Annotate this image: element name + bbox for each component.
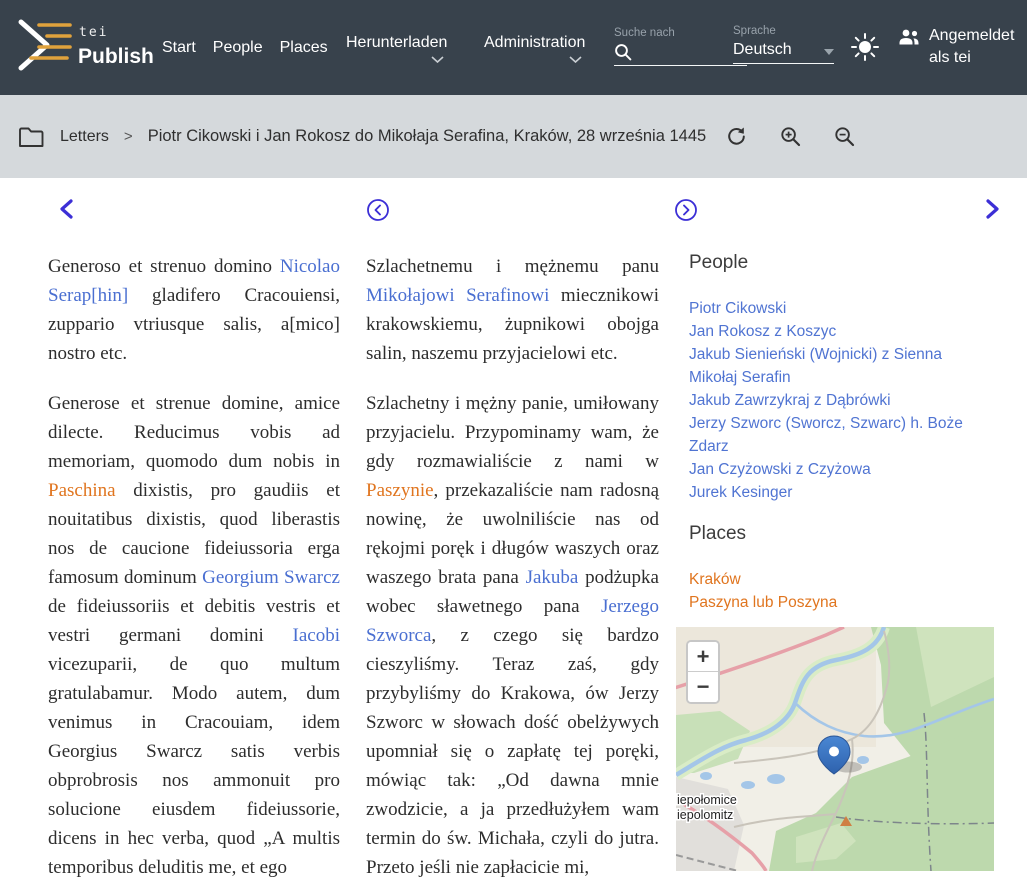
breadcrumb: Letters > Piotr Cikowski i Jan Rokosz do… [60,127,706,146]
person-link[interactable]: Jan Czyżowski z Czyżowa [689,458,994,481]
letter-paragraph: Szlachetny i mężny panie, umiłowany przy… [366,389,659,880]
breadcrumb-separator: > [124,128,133,145]
theme-toggle-button[interactable] [851,33,879,66]
dropdown-triangle-icon [824,49,834,55]
person-reference[interactable]: Iacobi [293,625,340,646]
download-menu-label: Herunterladen [346,34,447,52]
letter-text: , z czego się bardzo cieszyliśmy. Teraz … [366,625,659,878]
chevron-right-icon [985,198,1001,220]
map-zoom-in-button[interactable]: + [688,642,718,672]
person-reference[interactable]: Mikołajowi Serafinowi [366,285,549,306]
previous-document-button[interactable] [58,198,74,220]
map-zoom-control: + − [686,640,720,704]
letter-text: Generose et strenue domine, amice dilect… [48,393,340,472]
letter-paragraph: Generoso et strenuo domino Nicolao Serap… [48,252,340,368]
top-navbar: tei Publisher Start People Places Herunt… [0,0,1027,95]
person-link[interactable]: Mikołaj Serafin [689,366,994,389]
place-link[interactable]: Paszyna lub Poszyna [689,591,994,614]
map-town-label: Niepołomice [676,793,737,807]
person-link[interactable]: Piotr Cikowski [689,297,994,320]
zoom-out-icon [834,126,855,147]
document-toolbar [726,126,855,147]
person-link[interactable]: Jerzy Szworc (Sworcz, Szwarc) h. Boże Zd… [689,412,994,458]
places-heading: Places [689,523,994,545]
nav-item-people[interactable]: People [213,39,263,57]
map-town-label-alt: Niepolomitz [676,808,733,822]
person-reference[interactable]: Georgium Swarcz [202,567,340,588]
main-nav: Start People Places [162,0,328,95]
nav-item-start[interactable]: Start [162,39,196,57]
letter-paragraph: Generose et strenue domine, amice dilect… [48,389,340,880]
zoom-in-icon [780,126,801,147]
search-input[interactable] [638,44,738,61]
language-label: Sprache [733,25,834,37]
map-tiles: Niepołomice Niepolomitz [676,627,994,871]
letter-text: Szlachetny i mężny panie, umiłowany przy… [366,393,659,472]
download-menu[interactable]: Herunterladen [346,34,447,63]
refresh-icon [726,126,747,147]
administration-menu[interactable]: Administration [484,34,585,63]
places-map[interactable]: Niepołomice Niepolomitz [676,627,994,871]
tei-publisher-app: tei Publisher Start People Places Herunt… [0,0,1027,880]
logged-in-indicator[interactable]: Angemeldet als tei [898,25,1015,69]
places-list: KrakówPaszyna lub Poszyna [689,568,994,614]
document-view: Generoso et strenuo domino Nicolao Serap… [0,178,1027,880]
letter-text: vicezuparii, de quo multum gratulabamur.… [48,654,340,878]
place-reference[interactable]: Paszynie [366,480,434,501]
tei-publisher-logo[interactable]: tei Publisher [14,16,154,78]
letter-text: Szlachetnemu i mężnemu panu [366,256,659,277]
search-label: Suche nach [614,27,747,39]
folder-icon [18,126,44,148]
translation-column: Szlachetnemu i mężnemu panu Mikołajowi S… [366,252,659,880]
users-icon [898,28,920,46]
person-reference[interactable]: Jakuba [526,567,579,588]
chevron-left-icon [58,198,74,220]
breadcrumb-collection-link[interactable]: Letters [60,128,109,146]
document-title: Piotr Cikowski i Jan Rokosz do Mikołaja … [148,127,707,146]
logo-chevron-icon [21,22,47,68]
logo-text-top: tei [79,25,108,40]
document-body: Generoso et strenuo domino Nicolao Serap… [0,178,1027,880]
chevron-left-circle-icon [366,198,390,222]
reload-button[interactable] [726,126,747,147]
person-link[interactable]: Jakub Zawrzykraj z Dąbrówki [689,389,994,412]
next-page-button[interactable] [674,198,698,222]
sun-icon [851,33,879,61]
map-zoom-out-button[interactable]: − [688,672,718,702]
language-field[interactable]: Sprache Deutsch [733,25,834,64]
place-link[interactable]: Kraków [689,568,994,591]
administration-menu-label: Administration [484,34,585,52]
chevron-down-icon [569,56,582,63]
nav-item-places[interactable]: Places [280,39,328,57]
breadcrumb-bar: Letters > Piotr Cikowski i Jan Rokosz do… [0,95,1027,178]
language-selected-value: Deutsch [733,41,824,59]
place-reference[interactable]: Paschina [48,480,116,501]
logo-text-bottom: Publisher [78,45,154,68]
person-link[interactable]: Jurek Kesinger [689,481,994,504]
letter-text: Generoso et strenuo domino [48,256,280,277]
person-link[interactable]: Jan Rokosz z Koszyc [689,320,994,343]
chevron-down-icon [431,56,444,63]
people-list: Piotr CikowskiJan Rokosz z KoszycJakub S… [689,297,994,504]
people-heading: People [689,252,994,274]
next-document-button[interactable] [985,198,1001,220]
transcription-column: Generoso et strenuo domino Nicolao Serap… [48,252,340,880]
search-field: Suche nach [614,27,747,66]
metadata-sidebar: People Piotr CikowskiJan Rokosz z Koszyc… [689,252,994,880]
zoom-out-button[interactable] [834,126,855,147]
letter-paragraph: Szlachetnemu i mężnemu panu Mikołajowi S… [366,252,659,368]
search-icon [614,43,632,61]
person-link[interactable]: Jakub Sienieński (Wojnicki) z Sienna [689,343,994,366]
logged-in-label: Angemeldet als tei [929,25,1015,69]
chevron-right-circle-icon [674,198,698,222]
previous-page-button[interactable] [366,198,390,222]
zoom-in-button[interactable] [780,126,801,147]
